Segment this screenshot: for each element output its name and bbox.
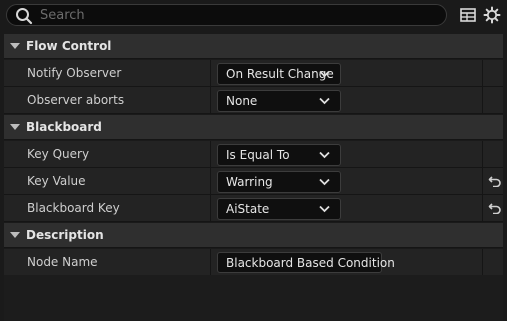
property-label: Blackboard Key — [27, 201, 120, 215]
column-divider — [482, 195, 483, 221]
node-name-field[interactable]: Blackboard Based Condition — [217, 252, 395, 273]
blackboard-key-dropdown[interactable]: AiState — [217, 198, 341, 220]
column-divider — [482, 168, 483, 194]
search-icon — [16, 8, 33, 25]
property-label: Key Query — [27, 147, 90, 161]
dropdown-value: Is Equal To — [226, 148, 290, 162]
category-title: Flow Control — [26, 39, 112, 53]
dropdown-value: On Result Change — [226, 67, 334, 81]
empty-area — [4, 275, 503, 321]
property-key-query: Key Query Is Equal To — [4, 141, 503, 168]
property-label: Node Name — [27, 255, 98, 269]
key-query-dropdown[interactable]: Is Equal To — [217, 144, 341, 166]
gear-icon[interactable] — [483, 6, 501, 24]
chevron-down-icon — [319, 97, 330, 105]
column-divider — [482, 141, 483, 167]
dropdown-value: AiState — [226, 202, 270, 216]
dropdown-value: Warring — [226, 175, 273, 189]
column-divider[interactable] — [210, 60, 211, 86]
category-title: Blackboard — [26, 120, 102, 134]
property-key-value: Key Value Warring — [4, 168, 503, 195]
collapse-arrow-icon[interactable] — [10, 43, 20, 49]
collapse-arrow-icon[interactable] — [10, 124, 20, 130]
column-divider — [482, 60, 483, 86]
property-blackboard-key: Blackboard Key AiState — [4, 195, 503, 222]
column-divider — [482, 87, 483, 113]
category-title: Description — [26, 228, 104, 242]
search-box[interactable] — [6, 4, 447, 26]
column-divider[interactable] — [210, 141, 211, 167]
column-divider[interactable] — [210, 168, 211, 194]
details-toolbar — [0, 0, 507, 31]
details-panel: Flow Control Notify Observer On Result C… — [0, 0, 507, 321]
reset-to-default-icon[interactable] — [488, 202, 502, 214]
chevron-down-icon — [319, 151, 330, 159]
column-divider — [482, 249, 483, 275]
reset-to-default-icon[interactable] — [488, 175, 502, 187]
chevron-down-icon — [319, 178, 330, 186]
category-description[interactable]: Description — [4, 223, 503, 248]
collapse-arrow-icon[interactable] — [10, 232, 20, 238]
search-input[interactable] — [40, 6, 440, 24]
key-value-dropdown[interactable]: Warring — [217, 171, 341, 193]
chevron-down-icon — [319, 205, 330, 213]
property-observer-aborts: Observer aborts None — [4, 87, 503, 114]
property-label: Observer aborts — [27, 93, 125, 107]
property-label: Notify Observer — [27, 66, 122, 80]
field-value: Blackboard Based Condition — [226, 256, 395, 270]
chevron-down-icon — [319, 70, 330, 78]
notify-observer-dropdown[interactable]: On Result Change — [217, 63, 341, 85]
property-notify-observer: Notify Observer On Result Change — [4, 60, 503, 87]
dropdown-value: None — [226, 94, 258, 108]
property-label: Key Value — [27, 174, 86, 188]
column-divider[interactable] — [210, 249, 211, 275]
table-view-icon[interactable] — [459, 6, 477, 24]
column-divider[interactable] — [210, 195, 211, 221]
category-flow-control[interactable]: Flow Control — [4, 34, 503, 59]
observer-aborts-dropdown[interactable]: None — [217, 90, 341, 112]
column-divider[interactable] — [210, 87, 211, 113]
property-node-name: Node Name Blackboard Based Condition — [4, 249, 503, 276]
category-blackboard[interactable]: Blackboard — [4, 115, 503, 140]
